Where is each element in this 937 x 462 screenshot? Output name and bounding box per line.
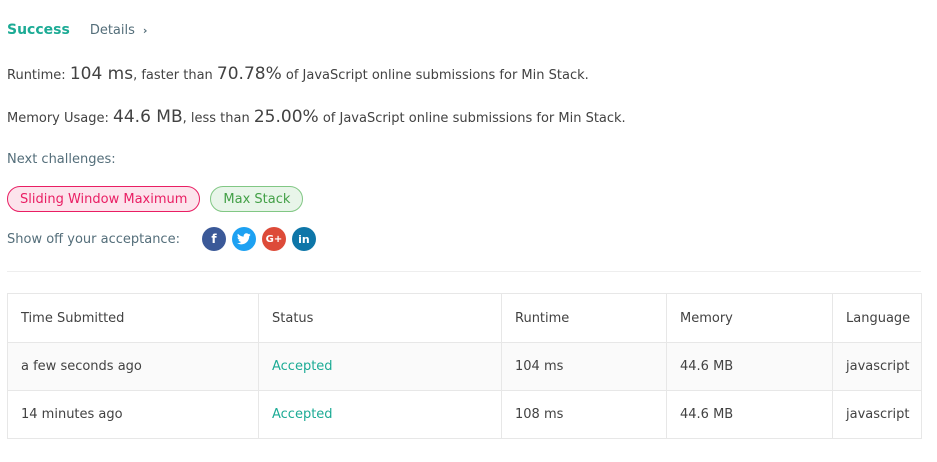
cell-memory: 44.6 MB — [666, 390, 833, 439]
details-link[interactable]: Details › — [90, 23, 148, 38]
cell-time: 14 minutes ago — [7, 390, 259, 439]
challenge-sliding-window-maximum[interactable]: Sliding Window Maximum — [7, 186, 201, 212]
submissions-table: Time Submitted Status Runtime Memory Lan… — [7, 293, 922, 439]
cell-runtime: 104 ms — [501, 342, 667, 391]
memory-comparison: , less than — [182, 111, 254, 126]
runtime-label: Runtime: — [7, 68, 70, 83]
linkedin-icon[interactable]: in — [291, 227, 316, 251]
social-buttons: f t G+ in — [201, 227, 322, 251]
column-header-language: Language — [832, 293, 922, 343]
challenge-max-stack[interactable]: Max Stack — [210, 186, 304, 212]
column-header-runtime: Runtime — [501, 293, 667, 343]
table-row: a few seconds ago Accepted 104 ms 44.6 M… — [7, 342, 922, 391]
cell-time: a few seconds ago — [7, 342, 259, 391]
cell-runtime: 108 ms — [501, 390, 667, 439]
facebook-icon[interactable]: f — [201, 227, 226, 251]
chevron-right-icon: › — [142, 24, 148, 37]
memory-percentile: 25.00% — [253, 107, 319, 127]
memory-label: Memory Usage: — [7, 111, 114, 126]
table-row: 14 minutes ago Accepted 108 ms 44.6 MB j… — [7, 390, 922, 439]
column-header-memory: Memory — [666, 293, 833, 343]
next-challenges-label: Next challenges: — [7, 152, 116, 167]
table-header-row: Time Submitted Status Runtime Memory Lan… — [7, 293, 922, 343]
runtime-suffix: of JavaScript online submissions for Min… — [281, 68, 589, 83]
status-label: Success — [7, 22, 70, 38]
runtime-percentile: 70.78% — [216, 64, 282, 84]
runtime-value: 104 ms — [69, 64, 134, 84]
column-header-time: Time Submitted — [7, 293, 259, 343]
runtime-summary: Runtime: 104 ms, faster than 70.78% of J… — [7, 64, 589, 84]
google-plus-icon[interactable]: G+ — [261, 227, 286, 251]
cell-status[interactable]: Accepted — [258, 390, 502, 439]
share-section: Show off your acceptance: f t G+ in — [7, 227, 322, 251]
section-divider — [7, 271, 921, 272]
runtime-comparison: , faster than — [133, 68, 217, 83]
cell-status[interactable]: Accepted — [258, 342, 502, 391]
next-challenges-list: Sliding Window Maximum Max Stack — [7, 186, 304, 212]
share-label: Show off your acceptance: — [7, 231, 180, 247]
result-header: Success Details › — [7, 22, 147, 38]
memory-suffix: of JavaScript online submissions for Min… — [318, 111, 626, 126]
memory-value: 44.6 MB — [113, 107, 183, 127]
cell-memory: 44.6 MB — [666, 342, 833, 391]
cell-language: javascript — [832, 390, 922, 439]
details-label: Details — [89, 23, 135, 38]
memory-summary: Memory Usage: 44.6 MB, less than 25.00% … — [7, 107, 626, 127]
cell-language: javascript — [832, 342, 922, 391]
column-header-status: Status — [258, 293, 502, 343]
twitter-icon[interactable]: t — [231, 227, 256, 251]
twitter-bird-glyph — [236, 233, 251, 245]
